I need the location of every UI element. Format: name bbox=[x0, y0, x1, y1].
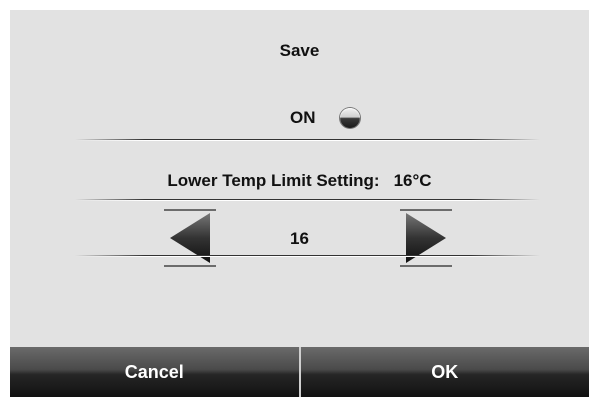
stepper-value: 16 bbox=[290, 229, 309, 248]
on-label: ON bbox=[290, 108, 316, 127]
dialog-panel: Save ON Lower Temp Limit Setting: 16°C 16 bbox=[10, 10, 589, 347]
divider-highlight bbox=[75, 140, 540, 141]
stepper-bottom-highlight bbox=[75, 256, 540, 257]
dialog-title: Save bbox=[279, 41, 320, 60]
footer-bar: Cancel OK bbox=[10, 347, 589, 397]
cancel-button[interactable]: Cancel bbox=[10, 347, 299, 397]
stepper-top-highlight bbox=[75, 200, 540, 201]
ok-button[interactable]: OK bbox=[298, 347, 589, 397]
increase-button[interactable] bbox=[400, 209, 452, 267]
limit-label: Lower Temp Limit Setting: bbox=[167, 171, 380, 190]
limit-value: 16°C bbox=[393, 171, 432, 190]
limit-setting-row: Lower Temp Limit Setting: 16°C bbox=[10, 171, 589, 191]
radio-indicator-icon[interactable] bbox=[339, 108, 360, 128]
on-toggle-row[interactable]: ON bbox=[290, 106, 360, 130]
right-triangle-icon bbox=[400, 209, 452, 267]
